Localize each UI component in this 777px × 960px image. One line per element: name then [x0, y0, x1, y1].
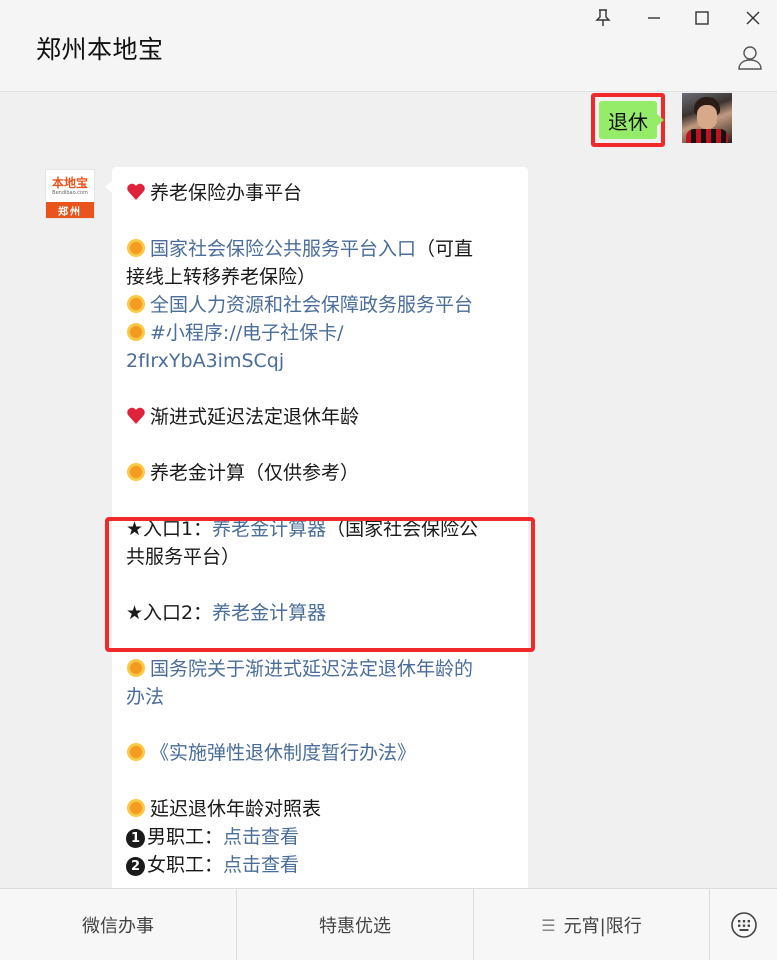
logo-city: 郑州 — [46, 202, 94, 218]
link-mini-program-code[interactable]: 2fIrxYbA3imSCqj — [126, 350, 284, 372]
minimize-icon[interactable] — [642, 6, 666, 30]
menu-item-deals[interactable]: 特惠优选 — [237, 889, 474, 960]
sun-icon — [127, 295, 145, 313]
section-heading: 养老保险办事平台 — [126, 179, 514, 207]
my-message-highlight: 退休 — [591, 93, 665, 147]
sun-icon — [127, 323, 145, 341]
link-state-council-cont[interactable]: 办法 — [126, 686, 164, 708]
person-icon[interactable] — [737, 44, 763, 70]
keyboard-icon[interactable] — [710, 889, 777, 960]
menu-lines-icon: ☰ — [541, 915, 556, 935]
bot-avatar[interactable]: 本地宝 Bendibao.com 郑州 — [45, 169, 95, 219]
heart-icon — [127, 407, 145, 424]
heart-icon — [127, 183, 145, 200]
menu-item-lantern-restriction[interactable]: ☰ 元宵|限行 — [474, 889, 710, 960]
retirement-table-heading: 延迟退休年龄对照表 — [150, 798, 322, 820]
bot-message-bubble: 养老保险办事平台 国家社会保险公共服务平台入口（可直 接线上转移养老保险） 全国… — [105, 167, 528, 888]
link-hr-platform[interactable]: 全国人力资源和社会保障政务服务平台 — [150, 294, 473, 316]
sun-icon — [127, 659, 145, 677]
number-one-badge: 1 — [126, 829, 145, 848]
chat-title: 郑州本地宝 — [36, 35, 164, 64]
maximize-icon[interactable] — [690, 6, 714, 30]
pin-icon[interactable] — [591, 6, 615, 30]
link-pension-calculator-2[interactable]: 养老金计算器 — [212, 602, 326, 624]
title-bar: 郑州本地宝 — [0, 0, 777, 92]
sun-icon — [127, 743, 145, 761]
sun-icon — [127, 239, 145, 257]
link-flexible-retirement[interactable]: 《实施弹性退休制度暂行办法》 — [150, 742, 416, 764]
close-icon[interactable] — [741, 6, 765, 30]
menu-item-wechat-services[interactable]: 微信办事 — [0, 889, 237, 960]
section-heading: 渐进式延迟法定退休年龄 — [126, 403, 514, 431]
logo-text: 本地宝 — [51, 176, 88, 190]
bottom-menu: 微信办事 特惠优选 ☰ 元宵|限行 — [0, 888, 777, 960]
link-pension-calculator-1[interactable]: 养老金计算器 — [212, 518, 326, 540]
logo-domain: Bendibao.com — [52, 190, 88, 196]
my-message-bubble[interactable]: 退休 — [599, 101, 664, 139]
chat-area[interactable]: 退休 本地宝 Bendibao.com 郑州 养老保险办事平台 国家社会保险公共… — [0, 93, 777, 888]
sun-icon — [127, 799, 145, 817]
link-female-table[interactable]: 点击查看 — [223, 854, 299, 876]
sun-icon — [127, 463, 145, 481]
my-avatar[interactable] — [682, 93, 732, 143]
link-mini-program[interactable]: #小程序://电子社保卡/ — [150, 322, 344, 344]
number-two-badge: 2 — [126, 857, 145, 876]
link-state-council[interactable]: 国务院关于渐进式延迟法定退休年龄的 — [150, 658, 473, 680]
pension-calc-heading: 养老金计算（仅供参考） — [150, 462, 360, 484]
link-male-table[interactable]: 点击查看 — [223, 826, 299, 848]
link-social-insurance[interactable]: 国家社会保险公共服务平台入口 — [150, 238, 416, 260]
